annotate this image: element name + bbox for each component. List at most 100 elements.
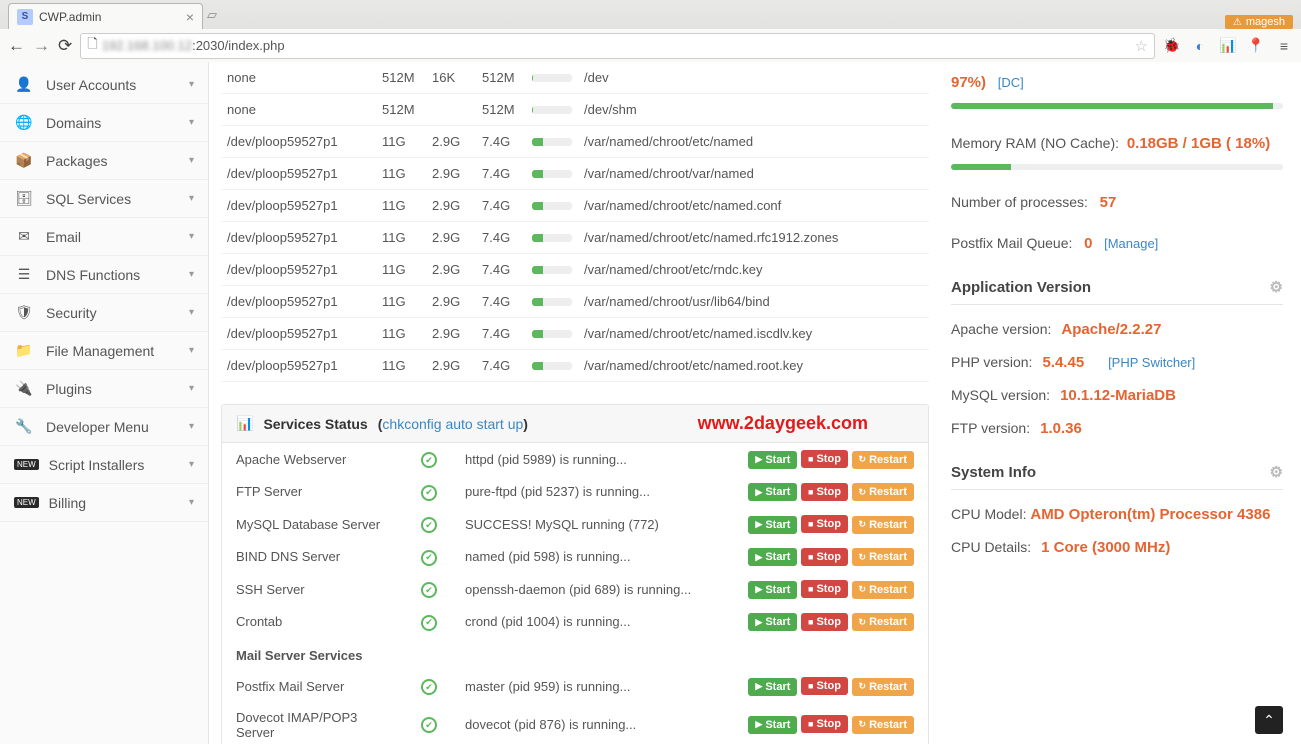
disk-avail: 7.4G: [476, 158, 526, 190]
sidebar-icon: 🌐: [14, 114, 34, 131]
ext-icon-2[interactable]: ◐: [1191, 37, 1209, 55]
bookmark-icon[interactable]: ☆: [1135, 37, 1148, 55]
favicon-icon: S: [17, 9, 33, 25]
disk-fs: /dev/ploop59527p1: [221, 158, 376, 190]
sidebar-icon: ☰: [14, 266, 34, 283]
restart-button[interactable]: ↻Restart: [852, 678, 914, 696]
disk-bar: [526, 126, 578, 158]
start-button[interactable]: ▶Start: [748, 483, 797, 501]
restart-button[interactable]: ↻Restart: [852, 548, 914, 566]
url-blurred: 192.168.100.12: [102, 38, 192, 53]
sidebar-item-packages[interactable]: 📦Packages▾: [0, 142, 208, 180]
sidebar-item-plugins[interactable]: 🔌Plugins▾: [0, 370, 208, 408]
sidebar-item-dns-functions[interactable]: ☰DNS Functions▾: [0, 256, 208, 294]
disk-fs: none: [221, 94, 376, 126]
stop-button[interactable]: ■Stop: [801, 613, 848, 631]
disk-size: 11G: [376, 126, 426, 158]
disk-fs: /dev/ploop59527p1: [221, 254, 376, 286]
sidebar-icon: 🛡: [14, 304, 34, 321]
start-button[interactable]: ▶Start: [748, 548, 797, 566]
restart-button[interactable]: ↻Restart: [852, 716, 914, 734]
restart-button[interactable]: ↻Restart: [852, 613, 914, 631]
status-ok-icon: ✔: [421, 550, 437, 566]
start-button[interactable]: ▶Start: [748, 451, 797, 469]
ext-icon-4[interactable]: 📍: [1247, 37, 1265, 55]
disk-row: /dev/ploop59527p111G2.9G7.4G/var/named/c…: [221, 126, 929, 158]
restart-button[interactable]: ↻Restart: [852, 516, 914, 534]
php-switcher-link[interactable]: [PHP Switcher]: [1108, 355, 1195, 370]
sidebar-label: SQL Services: [46, 191, 131, 207]
reload-button[interactable]: ⟳: [58, 36, 72, 56]
disk-used: 2.9G: [426, 254, 476, 286]
stop-button[interactable]: ■Stop: [801, 515, 848, 533]
cpu-progress: [951, 103, 1283, 109]
start-button[interactable]: ▶Start: [748, 613, 797, 631]
status-ok-icon: ✔: [421, 679, 437, 695]
service-msg: crond (pid 1004) is running...: [451, 606, 722, 639]
sidebar-item-billing[interactable]: NEWBilling▾: [0, 484, 208, 522]
mem-progress: [951, 164, 1283, 170]
restart-button[interactable]: ↻Restart: [852, 581, 914, 599]
disk-fs: /dev/ploop59527p1: [221, 190, 376, 222]
cpudet-value: 1 Core (3000 MHz): [1041, 539, 1170, 556]
restart-button[interactable]: ↻Restart: [852, 451, 914, 469]
back-button[interactable]: ←: [8, 36, 25, 56]
stop-button[interactable]: ■Stop: [801, 677, 848, 695]
start-button[interactable]: ▶Start: [748, 678, 797, 696]
sidebar-item-user-accounts[interactable]: 👤User Accounts▾: [0, 66, 208, 104]
sidebar-icon: ✉: [14, 228, 34, 245]
menu-icon[interactable]: ≡: [1275, 37, 1293, 55]
services-header: 📊 Services Status (chkconfig auto start …: [222, 405, 928, 443]
restart-button[interactable]: ↻Restart: [852, 483, 914, 501]
sidebar-label: Script Installers: [49, 457, 145, 473]
sidebar-item-email[interactable]: ✉Email▾: [0, 218, 208, 256]
tab-title: CWP.admin: [39, 10, 101, 24]
service-msg: dovecot (pid 876) is running...: [451, 703, 722, 744]
sidebar-item-sql-services[interactable]: 🗄SQL Services▾: [0, 180, 208, 218]
sidebar-item-file-management[interactable]: 📁File Management▾: [0, 332, 208, 370]
stop-button[interactable]: ■Stop: [801, 715, 848, 733]
address-bar[interactable]: 🗋 192.168.100.12 :2030/index.php ☆: [80, 33, 1155, 59]
sidebar-item-script-installers[interactable]: NEWScript Installers▾: [0, 446, 208, 484]
start-button[interactable]: ▶Start: [748, 581, 797, 599]
chkconfig-link[interactable]: chkconfig auto start up: [382, 416, 523, 432]
ext-icon-1[interactable]: 🐞: [1163, 37, 1181, 55]
start-button[interactable]: ▶Start: [748, 716, 797, 734]
disk-bar: [526, 62, 578, 94]
disk-size: 11G: [376, 254, 426, 286]
browser-tab[interactable]: S CWP.admin ×: [8, 3, 203, 29]
service-name: SSH Server: [222, 573, 407, 606]
gear-icon[interactable]: ⚙: [1270, 278, 1283, 296]
gear-icon[interactable]: ⚙: [1270, 463, 1283, 481]
chevron-down-icon: ▾: [189, 345, 194, 356]
watermark-text: www.2daygeek.com: [698, 413, 868, 434]
new-tab-icon[interactable]: ▱: [207, 7, 217, 23]
disk-used: [426, 94, 476, 126]
stop-button[interactable]: ■Stop: [801, 483, 848, 501]
manage-link[interactable]: [Manage]: [1104, 236, 1158, 251]
browser-tabs: S CWP.admin × ▱ magesh: [0, 0, 1301, 29]
postfix-value: 0: [1084, 235, 1092, 252]
scroll-top-button[interactable]: ⌃: [1255, 706, 1283, 734]
disk-avail: 7.4G: [476, 286, 526, 318]
service-row: Apache Webserver✔httpd (pid 5989) is run…: [222, 443, 928, 476]
stop-button[interactable]: ■Stop: [801, 450, 848, 468]
sidebar-item-security[interactable]: 🛡Security▾: [0, 294, 208, 332]
sidebar-item-domains[interactable]: 🌐Domains▾: [0, 104, 208, 142]
start-button[interactable]: ▶Start: [748, 516, 797, 534]
chevron-down-icon: ▾: [189, 117, 194, 128]
sidebar-item-developer-menu[interactable]: 🔧Developer Menu▾: [0, 408, 208, 446]
stop-button[interactable]: ■Stop: [801, 580, 848, 598]
disk-mount: /var/named/chroot/etc/named.iscdlv.key: [578, 318, 929, 350]
disk-bar: [526, 350, 578, 382]
ext-icon-3[interactable]: 📊: [1219, 37, 1237, 55]
dc-link[interactable]: [DC]: [998, 75, 1024, 90]
chevron-down-icon: ▾: [189, 193, 194, 204]
disk-mount: /dev: [578, 62, 929, 94]
disk-row: /dev/ploop59527p111G2.9G7.4G/var/named/c…: [221, 158, 929, 190]
status-ok-icon: ✔: [421, 717, 437, 733]
user-badge[interactable]: magesh: [1225, 15, 1293, 29]
stop-button[interactable]: ■Stop: [801, 548, 848, 566]
services-title: Services Status: [263, 416, 367, 432]
tab-close-icon[interactable]: ×: [186, 9, 194, 25]
